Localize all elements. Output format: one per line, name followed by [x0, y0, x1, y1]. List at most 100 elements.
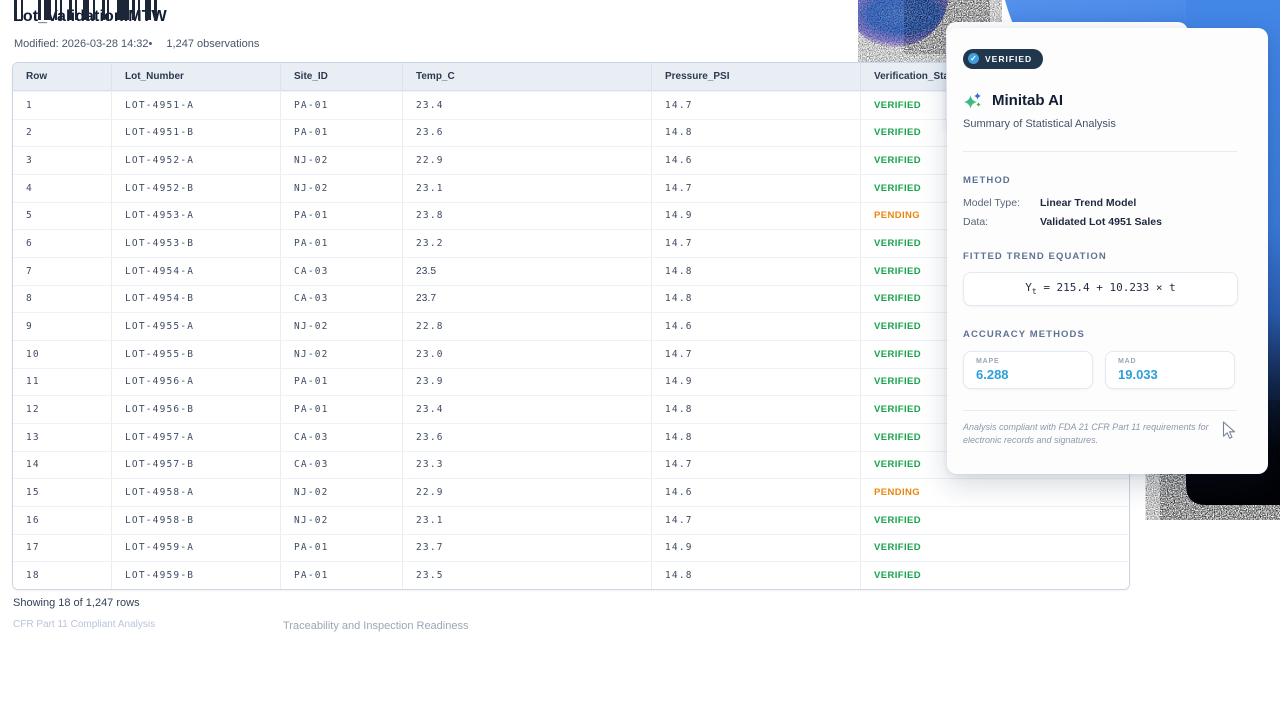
divider: [963, 410, 1237, 411]
compliance-footnote: Analysis compliant with FDA 21 CFR Part …: [963, 421, 1239, 448]
column-header[interactable]: Pressure_PSI: [652, 63, 861, 90]
pressure-cell: 14.8: [652, 562, 861, 589]
pressure-cell: 14.9: [652, 535, 861, 562]
site-id-cell: PA-01: [281, 562, 403, 589]
method-rows: Model Type: Linear Trend Model Data: Val…: [963, 197, 1252, 228]
verified-badge-label: VERIFIED: [985, 54, 1032, 64]
lot-number-cell: LOT-4959-A: [112, 535, 281, 562]
temp-cell: 23.6: [403, 424, 652, 451]
pressure-cell: 14.6: [652, 313, 861, 340]
file-meta: Modified: 2026-03-28 14:32• 1,247 observa…: [14, 38, 259, 50]
site-id-cell: NJ-02: [281, 175, 403, 202]
method-row: Data: Validated Lot 4951 Sales: [963, 216, 1252, 228]
temp-cell: 23.4: [403, 92, 652, 119]
lot-number-cell: LOT-4955-B: [112, 341, 281, 368]
method-value: Linear Trend Model: [1040, 197, 1136, 209]
site-id-cell: CA-03: [281, 452, 403, 479]
lot-number-cell: LOT-4953-A: [112, 203, 281, 230]
temp-cell: 23.7: [403, 535, 652, 562]
metric-card: MAD 19.033: [1105, 351, 1235, 389]
lot-number-cell: LOT-4952-A: [112, 147, 281, 174]
panel-subtitle: Summary of Statistical Analysis: [963, 118, 1252, 130]
temp-cell: 23.3: [403, 452, 652, 479]
row-number-cell: 10: [13, 341, 112, 368]
pressure-cell: 14.8: [652, 120, 861, 147]
site-id-cell: NJ-02: [281, 341, 403, 368]
site-id-cell: NJ-02: [281, 147, 403, 174]
accuracy-metrics: MAPE 6.288 MAD 19.033: [963, 351, 1235, 389]
site-id-cell: PA-01: [281, 120, 403, 147]
temp-cell: 23.4: [403, 396, 652, 423]
metric-value: 19.033: [1118, 367, 1234, 382]
barcode: [14, 0, 157, 20]
cursor-pointer: [1222, 421, 1236, 441]
pressure-cell: 14.8: [652, 258, 861, 285]
site-id-cell: PA-01: [281, 535, 403, 562]
status-cell: VERIFIED: [861, 507, 1129, 534]
pressure-cell: 14.8: [652, 396, 861, 423]
equation-heading: FITTED TREND EQUATION: [963, 251, 1252, 262]
lot-number-cell: LOT-4952-B: [112, 175, 281, 202]
row-number-cell: 5: [13, 203, 112, 230]
temp-cell: 23.8: [403, 203, 652, 230]
row-number-cell: 8: [13, 286, 112, 313]
site-id-cell: PA-01: [281, 230, 403, 257]
lot-number-cell: LOT-4954-A: [112, 258, 281, 285]
column-header[interactable]: Row: [13, 63, 112, 90]
table-row[interactable]: 16 LOT-4958-B NJ-02 23.1 14.7 VERIFIED: [13, 506, 1129, 534]
method-heading: METHOD: [963, 175, 1252, 186]
metric-card: MAPE 6.288: [963, 351, 1093, 389]
metric-value: 6.288: [976, 367, 1092, 382]
pressure-cell: 14.8: [652, 424, 861, 451]
table-row[interactable]: 17 LOT-4959-A PA-01 23.7 14.9 VERIFIED: [13, 534, 1129, 562]
lot-number-cell: LOT-4958-B: [112, 507, 281, 534]
temp-cell: 23.5: [403, 258, 652, 285]
lot-number-cell: LOT-4957-A: [112, 424, 281, 451]
method-value: Validated Lot 4951 Sales: [1040, 216, 1162, 228]
pressure-cell: 14.6: [652, 479, 861, 506]
traceability-note: Traceability and Inspection Readiness: [283, 620, 468, 632]
site-id-cell: CA-03: [281, 258, 403, 285]
table-row[interactable]: 15 LOT-4958-A NJ-02 22.9 14.6 PENDING: [13, 478, 1129, 506]
modified-timestamp: Modified: 2026-03-28 14:32•: [14, 38, 152, 50]
method-label: Model Type:: [963, 197, 1040, 209]
temp-cell: 23.1: [403, 507, 652, 534]
row-number-cell: 7: [13, 258, 112, 285]
accuracy-heading: ACCURACY METHODS: [963, 329, 1252, 340]
metric-label: MAPE: [976, 358, 1092, 365]
column-header[interactable]: Temp_C: [403, 63, 652, 90]
pressure-cell: 14.7: [652, 175, 861, 202]
lot-number-cell: LOT-4955-A: [112, 313, 281, 340]
site-id-cell: CA-03: [281, 424, 403, 451]
row-number-cell: 6: [13, 230, 112, 257]
lot-number-cell: LOT-4951-B: [112, 120, 281, 147]
temp-cell: 22.9: [403, 147, 652, 174]
row-number-cell: 13: [13, 424, 112, 451]
row-number-cell: 18: [13, 562, 112, 589]
temp-cell: 23.0: [403, 341, 652, 368]
row-number-cell: 16: [13, 507, 112, 534]
pressure-cell: 14.7: [652, 507, 861, 534]
site-id-cell: PA-01: [281, 203, 403, 230]
pressure-cell: 14.7: [652, 230, 861, 257]
site-id-cell: CA-03: [281, 286, 403, 313]
verified-badge: ✓ VERIFIED: [963, 49, 1043, 69]
temp-cell: 23.2: [403, 230, 652, 257]
temp-cell: 23.5: [403, 562, 652, 589]
pressure-cell: 14.9: [652, 369, 861, 396]
column-header[interactable]: Lot_Number: [112, 63, 281, 90]
row-number-cell: 3: [13, 147, 112, 174]
check-circle-icon: ✓: [968, 53, 979, 64]
site-id-cell: NJ-02: [281, 313, 403, 340]
row-number-cell: 14: [13, 452, 112, 479]
row-number-cell: 11: [13, 369, 112, 396]
observation-count: 1,247 observations: [166, 38, 259, 50]
temp-cell: 23.1: [403, 175, 652, 202]
column-header[interactable]: Site_ID: [281, 63, 403, 90]
site-id-cell: NJ-02: [281, 507, 403, 534]
row-number-cell: 12: [13, 396, 112, 423]
table-row[interactable]: 18 LOT-4959-B PA-01 23.5 14.8 VERIFIED: [13, 561, 1129, 589]
row-number-cell: 17: [13, 535, 112, 562]
lot-number-cell: LOT-4956-B: [112, 396, 281, 423]
lot-number-cell: LOT-4956-A: [112, 369, 281, 396]
